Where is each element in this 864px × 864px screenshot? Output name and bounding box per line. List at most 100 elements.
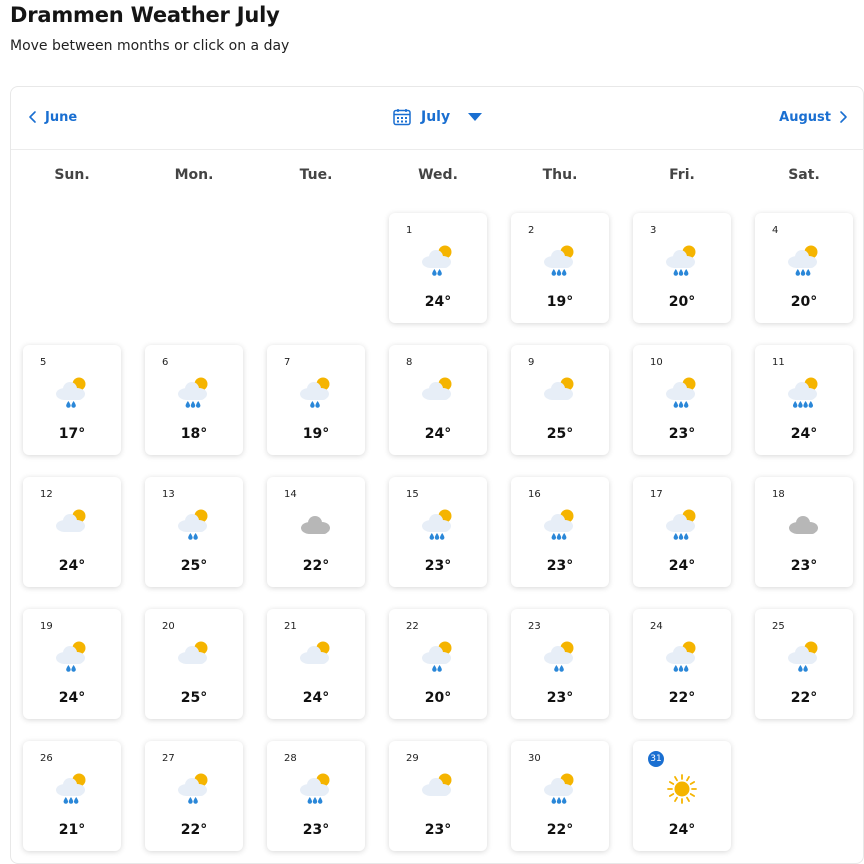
- partly-cloudy-rain-3-icon: [544, 773, 574, 804]
- partly-cloudy-rain-3-icon: [56, 773, 86, 804]
- weekday-label: Mon.: [174, 167, 214, 183]
- day-temperature: 24°: [668, 822, 696, 838]
- partly-cloudy-rain-3-icon: [544, 245, 574, 276]
- day-temperature: 23°: [546, 690, 574, 706]
- day-cell[interactable]: 28 23°: [267, 741, 365, 851]
- day-cell[interactable]: 11 24°: [755, 345, 853, 455]
- partly-cloudy-rain-2-icon: [422, 245, 452, 276]
- day-cell[interactable]: 18 23°: [755, 477, 853, 587]
- partly-cloudy-rain-3-icon: [666, 509, 696, 540]
- day-cell[interactable]: 1 24°: [389, 213, 487, 323]
- day-temperature: 23°: [668, 426, 696, 442]
- day-cell[interactable]: 13 25°: [145, 477, 243, 587]
- day-cell[interactable]: 9 25°: [511, 345, 609, 455]
- weekday-label: Sat.: [788, 167, 820, 183]
- previous-month-link[interactable]: June: [25, 109, 77, 125]
- day-number: 3: [650, 225, 657, 236]
- day-cell[interactable]: 12 24°: [23, 477, 121, 587]
- partly-cloudy-rain-2-icon: [56, 641, 86, 672]
- day-temperature: 17°: [58, 426, 86, 442]
- month-selector[interactable]: July: [392, 107, 483, 127]
- day-temperature: 22°: [546, 822, 574, 838]
- day-number: 22: [406, 621, 419, 632]
- day-number: 2: [528, 225, 535, 236]
- day-number: 27: [162, 753, 175, 764]
- day-number: 4: [772, 225, 779, 236]
- next-month-label: August: [779, 109, 831, 125]
- day-temperature: 23°: [546, 558, 574, 574]
- day-number: 8: [406, 357, 413, 368]
- day-cell[interactable]: 4 20°: [755, 213, 853, 323]
- day-cell[interactable]: 15 23°: [389, 477, 487, 587]
- day-cell[interactable]: 19 24°: [23, 609, 121, 719]
- partly-cloudy-icon: [56, 509, 86, 532]
- day-cell[interactable]: 3 20°: [633, 213, 731, 323]
- day-temperature: 18°: [180, 426, 208, 442]
- page-subtitle: Move between months or click on a day: [10, 38, 290, 54]
- day-temperature: 22°: [668, 690, 696, 706]
- partly-cloudy-rain-3-icon: [422, 509, 452, 540]
- day-number: 12: [40, 489, 53, 500]
- partly-cloudy-rain-2-icon: [56, 377, 86, 408]
- day-cell[interactable]: 14 22°: [267, 477, 365, 587]
- day-temperature: 24°: [424, 426, 452, 442]
- day-cell[interactable]: 6 18°: [145, 345, 243, 455]
- day-cell[interactable]: 21 24°: [267, 609, 365, 719]
- day-number: 9: [528, 357, 535, 368]
- calendar-card: June July August Sun. Mon. Tue. Wed. Thu…: [10, 86, 864, 864]
- day-cell[interactable]: 2 19°: [511, 213, 609, 323]
- day-cell[interactable]: 25 22°: [755, 609, 853, 719]
- day-temperature: 24°: [668, 558, 696, 574]
- day-number: 5: [40, 357, 47, 368]
- day-temperature: 20°: [668, 294, 696, 310]
- day-cell[interactable]: 22 20°: [389, 609, 487, 719]
- day-cell[interactable]: 26 21°: [23, 741, 121, 851]
- chevron-left-icon: [29, 111, 36, 123]
- weekday-label: Sun.: [54, 167, 90, 183]
- day-cell[interactable]: 7 19°: [267, 345, 365, 455]
- day-temperature: 23°: [424, 558, 452, 574]
- day-number: 25: [772, 621, 785, 632]
- partly-cloudy-icon: [422, 377, 452, 400]
- day-temperature: 24°: [58, 690, 86, 706]
- caret-down-icon: [468, 113, 483, 121]
- day-number: 7: [284, 357, 291, 368]
- page-title: Drammen Weather July: [10, 3, 280, 27]
- day-cell[interactable]: 16 23°: [511, 477, 609, 587]
- day-cell[interactable]: 17 24°: [633, 477, 731, 587]
- day-cell[interactable]: 27 22°: [145, 741, 243, 851]
- day-cell[interactable]: 5 17°: [23, 345, 121, 455]
- day-temperature: 24°: [302, 690, 330, 706]
- next-month-link[interactable]: August: [779, 109, 851, 125]
- partly-cloudy-rain-3-icon: [666, 377, 696, 408]
- partly-cloudy-rain-3-icon: [666, 641, 696, 672]
- partly-cloudy-rain-2-icon: [178, 773, 208, 804]
- day-temperature: 25°: [546, 426, 574, 442]
- partly-cloudy-rain-4-icon: [788, 377, 818, 408]
- day-cell[interactable]: 31 24°: [633, 741, 731, 851]
- day-cell[interactable]: 8 24°: [389, 345, 487, 455]
- day-number: 14: [284, 489, 297, 500]
- day-cell[interactable]: 30 22°: [511, 741, 609, 851]
- partly-cloudy-rain-2-icon: [300, 377, 330, 408]
- day-number: 13: [162, 489, 175, 500]
- day-cell[interactable]: 20 25°: [145, 609, 243, 719]
- day-number: 16: [528, 489, 541, 500]
- day-cell[interactable]: 24 22°: [633, 609, 731, 719]
- day-cell[interactable]: 10 23°: [633, 345, 731, 455]
- day-temperature: 24°: [424, 294, 452, 310]
- partly-cloudy-rain-3-icon: [666, 245, 696, 276]
- day-temperature: 22°: [790, 690, 818, 706]
- day-temperature: 24°: [790, 426, 818, 442]
- day-temperature: 23°: [302, 822, 330, 838]
- month-navigation: June July August: [11, 87, 864, 150]
- partly-cloudy-icon: [178, 641, 208, 664]
- chevron-right-icon: [840, 111, 847, 123]
- day-number: 20: [162, 621, 175, 632]
- day-temperature: 22°: [302, 558, 330, 574]
- day-number: 6: [162, 357, 169, 368]
- partly-cloudy-rain-3-icon: [300, 773, 330, 804]
- day-cell[interactable]: 29 23°: [389, 741, 487, 851]
- partly-cloudy-icon: [422, 773, 452, 796]
- day-cell[interactable]: 23 23°: [511, 609, 609, 719]
